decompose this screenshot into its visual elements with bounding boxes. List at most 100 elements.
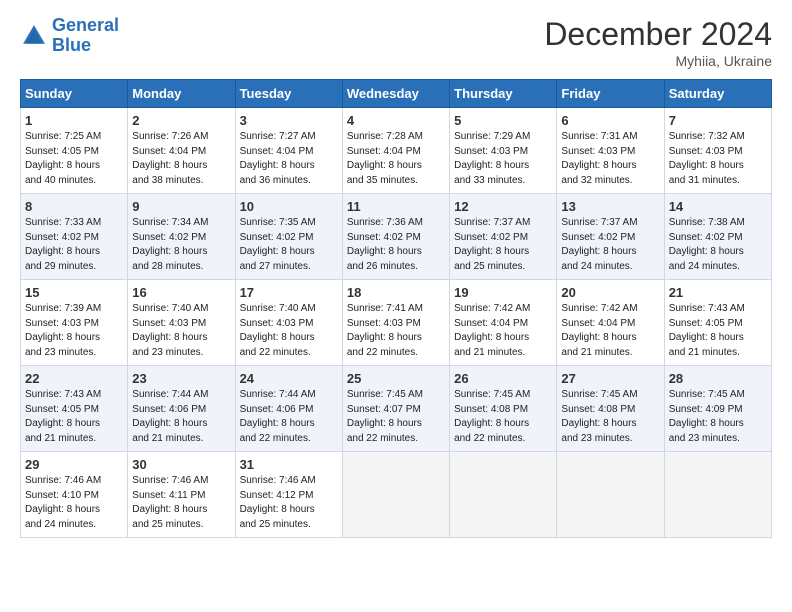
day-info: Sunrise: 7:35 AM Sunset: 4:02 PM Dayligh…: [240, 216, 338, 274]
day-number: 1: [25, 113, 123, 128]
logo-icon: [20, 22, 48, 50]
day-info: Sunrise: 7:25 AM Sunset: 4:05 PM Dayligh…: [25, 130, 123, 188]
day-number: 30: [132, 457, 230, 472]
day-cell: 20Sunrise: 7:42 AM Sunset: 4:04 PM Dayli…: [557, 280, 664, 366]
day-number: 22: [25, 371, 123, 386]
day-info: Sunrise: 7:46 AM Sunset: 4:12 PM Dayligh…: [240, 474, 338, 532]
day-info: Sunrise: 7:38 AM Sunset: 4:02 PM Dayligh…: [669, 216, 767, 274]
day-number: 17: [240, 285, 338, 300]
day-number: 9: [132, 199, 230, 214]
header-cell-tuesday: Tuesday: [235, 80, 342, 108]
day-info: Sunrise: 7:44 AM Sunset: 4:06 PM Dayligh…: [240, 388, 338, 446]
page: GeneralBlue December 2024 Myhiia, Ukrain…: [0, 0, 792, 612]
day-info: Sunrise: 7:45 AM Sunset: 4:07 PM Dayligh…: [347, 388, 445, 446]
day-number: 10: [240, 199, 338, 214]
day-cell: 8Sunrise: 7:33 AM Sunset: 4:02 PM Daylig…: [21, 194, 128, 280]
day-cell: [664, 452, 771, 538]
day-number: 4: [347, 113, 445, 128]
header: GeneralBlue December 2024 Myhiia, Ukrain…: [20, 16, 772, 69]
day-cell: 17Sunrise: 7:40 AM Sunset: 4:03 PM Dayli…: [235, 280, 342, 366]
day-cell: 11 Sunrise: 7:36 AM Sunset: 4:02 PM Dayli…: [342, 194, 449, 280]
day-cell: 29Sunrise: 7:46 AM Sunset: 4:10 PM Dayli…: [21, 452, 128, 538]
day-number: 29: [25, 457, 123, 472]
day-info: Sunrise: 7:26 AM Sunset: 4:04 PM Dayligh…: [132, 130, 230, 188]
day-cell: 13Sunrise: 7:37 AM Sunset: 4:02 PM Dayli…: [557, 194, 664, 280]
day-info: Sunrise: 7:40 AM Sunset: 4:03 PM Dayligh…: [132, 302, 230, 360]
day-cell: 31 Sunrise: 7:46 AM Sunset: 4:12 PM Dayli…: [235, 452, 342, 538]
day-info: Sunrise: 7:41 AM Sunset: 4:03 PM Dayligh…: [347, 302, 445, 360]
week-row-4: 29Sunrise: 7:46 AM Sunset: 4:10 PM Dayli…: [21, 452, 772, 538]
day-info: Sunrise: 7:43 AM Sunset: 4:05 PM Dayligh…: [669, 302, 767, 360]
day-cell: 21 Sunrise: 7:43 AM Sunset: 4:05 PM Dayli…: [664, 280, 771, 366]
day-number: 24: [240, 371, 338, 386]
day-info: Sunrise: 7:42 AM Sunset: 4:04 PM Dayligh…: [454, 302, 552, 360]
week-row-3: 22Sunrise: 7:43 AM Sunset: 4:05 PM Dayli…: [21, 366, 772, 452]
week-row-2: 15 Sunrise: 7:39 AM Sunset: 4:03 PM Dayli…: [21, 280, 772, 366]
day-number: 2: [132, 113, 230, 128]
day-info: Sunrise: 7:45 AM Sunset: 4:08 PM Dayligh…: [561, 388, 659, 446]
day-cell: 28 Sunrise: 7:45 AM Sunset: 4:09 PM Dayli…: [664, 366, 771, 452]
day-cell: 10 Sunrise: 7:35 AM Sunset: 4:02 PM Dayli…: [235, 194, 342, 280]
header-cell-sunday: Sunday: [21, 80, 128, 108]
day-number: 15: [25, 285, 123, 300]
day-cell: 12 Sunrise: 7:37 AM Sunset: 4:02 PM Dayli…: [450, 194, 557, 280]
day-number: 14: [669, 199, 767, 214]
month-title: December 2024: [544, 16, 772, 53]
header-cell-saturday: Saturday: [664, 80, 771, 108]
week-row-0: 1 Sunrise: 7:25 AM Sunset: 4:05 PM Daylig…: [21, 108, 772, 194]
day-info: Sunrise: 7:32 AM Sunset: 4:03 PM Dayligh…: [669, 130, 767, 188]
day-cell: 4 Sunrise: 7:28 AM Sunset: 4:04 PM Daylig…: [342, 108, 449, 194]
day-info: Sunrise: 7:31 AM Sunset: 4:03 PM Dayligh…: [561, 130, 659, 188]
week-row-1: 8Sunrise: 7:33 AM Sunset: 4:02 PM Daylig…: [21, 194, 772, 280]
logo-text: GeneralBlue: [52, 16, 119, 56]
day-cell: 22Sunrise: 7:43 AM Sunset: 4:05 PM Dayli…: [21, 366, 128, 452]
day-number: 23: [132, 371, 230, 386]
day-number: 5: [454, 113, 552, 128]
day-cell: 7 Sunrise: 7:32 AM Sunset: 4:03 PM Daylig…: [664, 108, 771, 194]
day-info: Sunrise: 7:37 AM Sunset: 4:02 PM Dayligh…: [454, 216, 552, 274]
day-number: 18: [347, 285, 445, 300]
day-info: Sunrise: 7:45 AM Sunset: 4:09 PM Dayligh…: [669, 388, 767, 446]
day-number: 3: [240, 113, 338, 128]
day-cell: 19Sunrise: 7:42 AM Sunset: 4:04 PM Dayli…: [450, 280, 557, 366]
day-cell: 9 Sunrise: 7:34 AM Sunset: 4:02 PM Daylig…: [128, 194, 235, 280]
day-info: Sunrise: 7:27 AM Sunset: 4:04 PM Dayligh…: [240, 130, 338, 188]
day-cell: [557, 452, 664, 538]
header-cell-monday: Monday: [128, 80, 235, 108]
day-info: Sunrise: 7:44 AM Sunset: 4:06 PM Dayligh…: [132, 388, 230, 446]
day-cell: 30 Sunrise: 7:46 AM Sunset: 4:11 PM Dayli…: [128, 452, 235, 538]
day-number: 11: [347, 199, 445, 214]
day-info: Sunrise: 7:39 AM Sunset: 4:03 PM Dayligh…: [25, 302, 123, 360]
day-cell: 26 Sunrise: 7:45 AM Sunset: 4:08 PM Dayli…: [450, 366, 557, 452]
logo: GeneralBlue: [20, 16, 119, 56]
day-cell: 5Sunrise: 7:29 AM Sunset: 4:03 PM Daylig…: [450, 108, 557, 194]
day-number: 28: [669, 371, 767, 386]
day-number: 26: [454, 371, 552, 386]
day-number: 12: [454, 199, 552, 214]
day-info: Sunrise: 7:28 AM Sunset: 4:04 PM Dayligh…: [347, 130, 445, 188]
day-cell: [342, 452, 449, 538]
day-number: 31: [240, 457, 338, 472]
day-cell: 24 Sunrise: 7:44 AM Sunset: 4:06 PM Dayli…: [235, 366, 342, 452]
day-number: 13: [561, 199, 659, 214]
day-cell: 3 Sunrise: 7:27 AM Sunset: 4:04 PM Daylig…: [235, 108, 342, 194]
day-number: 16: [132, 285, 230, 300]
day-info: Sunrise: 7:45 AM Sunset: 4:08 PM Dayligh…: [454, 388, 552, 446]
day-cell: 15 Sunrise: 7:39 AM Sunset: 4:03 PM Dayli…: [21, 280, 128, 366]
day-number: 21: [669, 285, 767, 300]
day-cell: 2 Sunrise: 7:26 AM Sunset: 4:04 PM Daylig…: [128, 108, 235, 194]
day-info: Sunrise: 7:36 AM Sunset: 4:02 PM Dayligh…: [347, 216, 445, 274]
day-number: 7: [669, 113, 767, 128]
day-cell: 18 Sunrise: 7:41 AM Sunset: 4:03 PM Dayli…: [342, 280, 449, 366]
header-row: SundayMondayTuesdayWednesdayThursdayFrid…: [21, 80, 772, 108]
day-info: Sunrise: 7:34 AM Sunset: 4:02 PM Dayligh…: [132, 216, 230, 274]
day-info: Sunrise: 7:42 AM Sunset: 4:04 PM Dayligh…: [561, 302, 659, 360]
title-block: December 2024 Myhiia, Ukraine: [544, 16, 772, 69]
calendar-table: SundayMondayTuesdayWednesdayThursdayFrid…: [20, 79, 772, 538]
day-cell: 25Sunrise: 7:45 AM Sunset: 4:07 PM Dayli…: [342, 366, 449, 452]
day-info: Sunrise: 7:33 AM Sunset: 4:02 PM Dayligh…: [25, 216, 123, 274]
day-cell: 14 Sunrise: 7:38 AM Sunset: 4:02 PM Dayli…: [664, 194, 771, 280]
day-info: Sunrise: 7:46 AM Sunset: 4:11 PM Dayligh…: [132, 474, 230, 532]
header-cell-thursday: Thursday: [450, 80, 557, 108]
day-cell: 6Sunrise: 7:31 AM Sunset: 4:03 PM Daylig…: [557, 108, 664, 194]
